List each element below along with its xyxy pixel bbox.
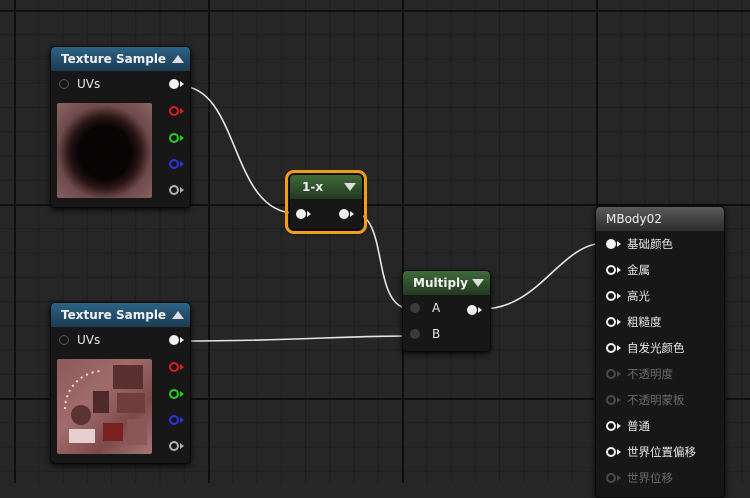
node-header[interactable]: Texture Sample (51, 47, 190, 71)
input-b-row: B (403, 321, 490, 347)
node-title: MBody02 (606, 212, 662, 226)
material-input-row: 不透明度 (596, 361, 724, 387)
material-input-row: 粗糙度 (596, 309, 724, 335)
uvs-input-pin[interactable] (59, 79, 69, 89)
one-minus-node[interactable]: 1-x (285, 170, 367, 234)
material-input-row: 普通 (596, 413, 724, 439)
one-minus-output-pin[interactable] (339, 209, 354, 219)
material-input-row: 自发光颜色 (596, 335, 724, 361)
collapse-arrow-icon[interactable] (472, 279, 484, 287)
texture-preview-thumbnail (57, 359, 152, 454)
one-minus-input-pin[interactable] (296, 209, 311, 219)
node-title: Texture Sample (61, 308, 167, 322)
g-output-pin[interactable] (169, 389, 184, 399)
material-input-label: 普通 (627, 419, 650, 433)
input-a-pin[interactable] (410, 303, 420, 313)
uvs-input-pin[interactable] (59, 335, 69, 345)
material-input-label: 金属 (627, 263, 650, 277)
material-input-label: 世界位置偏移 (627, 445, 696, 459)
node-header[interactable]: Texture Sample (51, 303, 190, 327)
multiply-node[interactable]: Multiply A B (402, 270, 491, 352)
material-input-pin[interactable] (606, 317, 621, 327)
material-result-node[interactable]: MBody02 基础颜色金属高光粗糙度自发光颜色不透明度不透明蒙板普通世界位置偏… (595, 206, 725, 498)
material-input-row: 金属 (596, 257, 724, 283)
input-b-label: B (432, 327, 441, 341)
rgb-output-pin[interactable] (169, 335, 184, 345)
collapse-arrow-icon[interactable] (172, 55, 184, 63)
input-b-pin[interactable] (410, 329, 420, 339)
material-inputs-list: 基础颜色金属高光粗糙度自发光颜色不透明度不透明蒙板普通世界位置偏移 世界位移 (596, 231, 724, 491)
material-input-pin (606, 473, 621, 483)
b-output-pin[interactable] (169, 159, 184, 169)
b-output-pin[interactable] (169, 415, 184, 425)
texture-sample-node-1[interactable]: Texture Sample UVs (50, 46, 191, 208)
material-input-row: 高光 (596, 283, 724, 309)
material-input-row: 世界位移 (596, 465, 724, 491)
node-title: Texture Sample (61, 52, 167, 66)
texture-preview-thumbnail (57, 103, 152, 198)
material-input-label: 基础颜色 (627, 237, 673, 251)
material-input-pin[interactable] (606, 291, 621, 301)
material-input-label: 世界位移 (627, 471, 673, 485)
material-input-pin (606, 369, 621, 379)
node-title: Multiply (413, 276, 468, 290)
material-input-label: 不透明度 (627, 367, 673, 381)
material-input-label: 自发光颜色 (627, 341, 685, 355)
node-header[interactable]: 1-x (290, 175, 362, 199)
input-a-label: A (432, 301, 441, 315)
node-header[interactable]: MBody02 (596, 207, 724, 231)
material-input-pin (606, 395, 621, 405)
r-output-pin[interactable] (169, 106, 184, 116)
material-input-row: 世界位置偏移 (596, 439, 724, 465)
multiply-output-pin[interactable] (467, 305, 482, 315)
material-input-pin[interactable] (606, 265, 621, 275)
material-input-pin[interactable] (606, 239, 621, 249)
material-input-label: 粗糙度 (627, 315, 662, 329)
g-output-pin[interactable] (169, 133, 184, 143)
material-input-pin[interactable] (606, 343, 621, 353)
a-output-pin[interactable] (169, 441, 184, 451)
node-header[interactable]: Multiply (403, 271, 490, 295)
material-input-label: 不透明蒙板 (627, 393, 685, 407)
material-input-label: 高光 (627, 289, 650, 303)
uvs-label: UVs (77, 333, 101, 347)
rgb-output-pin[interactable] (169, 79, 184, 89)
texture-sample-node-2[interactable]: Texture Sample UVs (50, 302, 191, 464)
material-input-row: 基础颜色 (596, 231, 724, 257)
collapse-arrow-icon[interactable] (172, 311, 184, 319)
material-input-row: 不透明蒙板 (596, 387, 724, 413)
a-output-pin[interactable] (169, 185, 184, 195)
r-output-pin[interactable] (169, 362, 184, 372)
collapse-arrow-icon[interactable] (344, 183, 356, 191)
material-input-pin[interactable] (606, 421, 621, 431)
material-input-pin[interactable] (606, 447, 621, 457)
node-title: 1-x (302, 180, 324, 194)
uvs-label: UVs (77, 77, 101, 91)
texture-detail-art (64, 365, 147, 445)
